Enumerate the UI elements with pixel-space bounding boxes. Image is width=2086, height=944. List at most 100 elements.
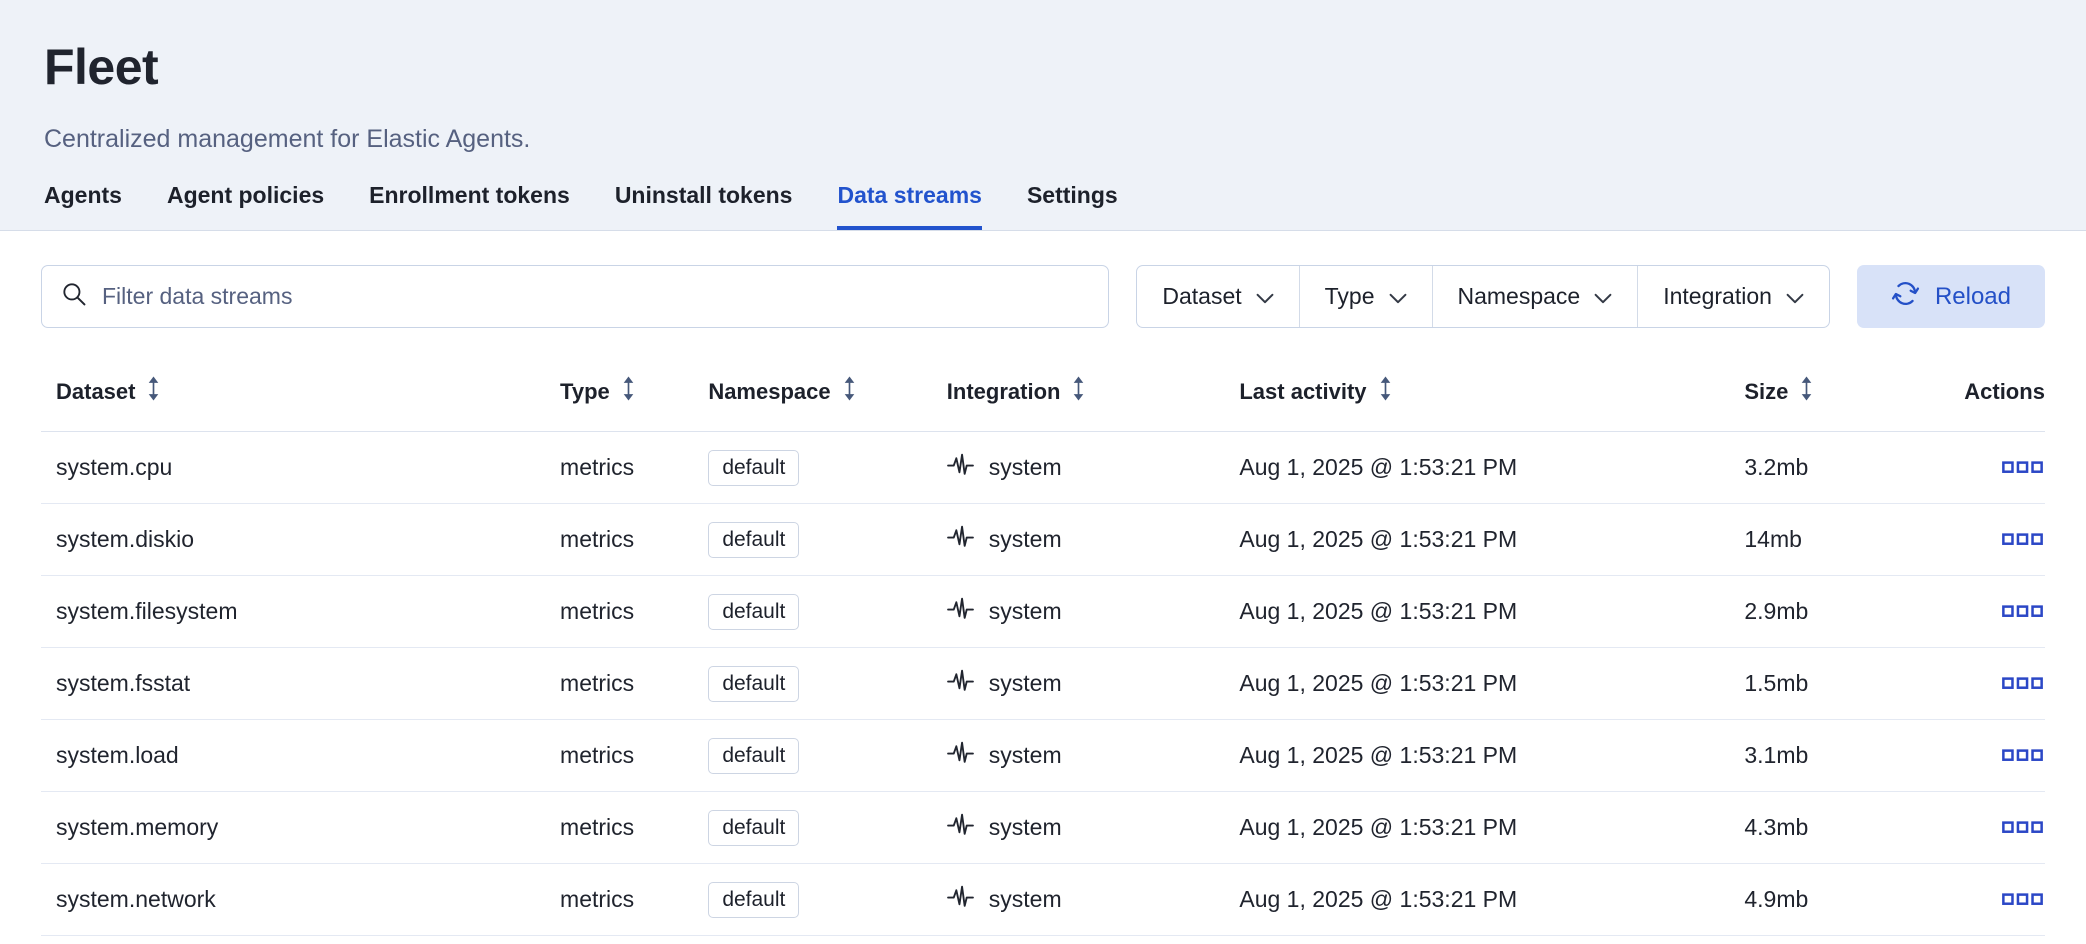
cell-namespace: default	[708, 882, 946, 918]
cell-size: 14mb	[1744, 526, 1898, 553]
actions-button[interactable]	[2000, 671, 2045, 696]
column-header-integration: Integration	[947, 376, 1240, 407]
chevron-down-icon	[1594, 283, 1612, 310]
cell-dataset: system.network	[41, 886, 560, 913]
table-row: system.diskio metrics default system Aug…	[41, 504, 2045, 576]
integration-name: system	[989, 814, 1062, 841]
cell-integration: system	[947, 523, 1240, 556]
cell-actions	[1899, 527, 2045, 552]
actions-button[interactable]	[2000, 887, 2045, 912]
cell-size: 4.9mb	[1744, 886, 1898, 913]
cell-namespace: default	[708, 522, 946, 558]
toolbar: Dataset Type Namespace Integration Reloa…	[0, 231, 2086, 328]
cell-dataset: system.memory	[41, 814, 560, 841]
data-streams-table: Dataset Type Namespace Integration L	[41, 328, 2045, 936]
chevron-down-icon	[1256, 283, 1274, 310]
filter-type[interactable]: Type	[1300, 266, 1433, 327]
actions-button[interactable]	[2000, 527, 2045, 552]
column-header-type: Type	[560, 376, 708, 407]
cell-actions	[1899, 671, 2045, 696]
filter-integration-label: Integration	[1663, 283, 1772, 310]
namespace-badge: default	[708, 810, 799, 846]
reload-button[interactable]: Reload	[1857, 265, 2045, 328]
namespace-badge: default	[708, 594, 799, 630]
sort-dataset-button[interactable]: Dataset	[56, 376, 162, 407]
cell-namespace: default	[708, 450, 946, 486]
cell-last-activity: Aug 1, 2025 @ 1:53:21 PM	[1239, 454, 1744, 481]
cell-dataset: system.load	[41, 742, 560, 769]
namespace-badge: default	[708, 450, 799, 486]
cell-last-activity: Aug 1, 2025 @ 1:53:21 PM	[1239, 742, 1744, 769]
column-label: Last activity	[1239, 379, 1366, 405]
column-label: Size	[1744, 379, 1788, 405]
integration-name: system	[989, 886, 1062, 913]
cell-last-activity: Aug 1, 2025 @ 1:53:21 PM	[1239, 886, 1744, 913]
cell-actions	[1899, 815, 2045, 840]
sort-last-activity-button[interactable]: Last activity	[1239, 376, 1393, 407]
cell-size: 4.3mb	[1744, 814, 1898, 841]
sortable-icon	[1798, 376, 1815, 407]
sort-size-button[interactable]: Size	[1744, 376, 1815, 407]
sort-namespace-button[interactable]: Namespace	[708, 376, 857, 407]
cell-dataset: system.cpu	[41, 454, 560, 481]
boxes-horizontal-icon	[2002, 749, 2043, 762]
column-label: Integration	[947, 379, 1061, 405]
pulse-icon	[947, 595, 974, 628]
sortable-icon	[145, 376, 162, 407]
cell-integration: system	[947, 667, 1240, 700]
namespace-badge: default	[708, 522, 799, 558]
table-row: system.network metrics default system Au…	[41, 864, 2045, 936]
cell-type: metrics	[560, 598, 708, 625]
table-row: system.memory metrics default system Aug…	[41, 792, 2045, 864]
column-header-dataset: Dataset	[41, 376, 560, 407]
filter-integration[interactable]: Integration	[1638, 266, 1829, 327]
cell-dataset: system.fsstat	[41, 670, 560, 697]
tab-bar: Agents Agent policies Enrollment tokens …	[44, 182, 2042, 230]
filter-group: Dataset Type Namespace Integration	[1136, 265, 1830, 328]
tab-enrollment-tokens[interactable]: Enrollment tokens	[369, 182, 570, 230]
sort-type-button[interactable]: Type	[560, 376, 637, 407]
actions-button[interactable]	[2000, 599, 2045, 624]
integration-name: system	[989, 454, 1062, 481]
tab-agents[interactable]: Agents	[44, 182, 122, 230]
sortable-icon	[841, 376, 858, 407]
search-input[interactable]	[102, 283, 1089, 310]
pulse-icon	[947, 451, 974, 484]
actions-button[interactable]	[2000, 815, 2045, 840]
filter-dataset-label: Dataset	[1162, 283, 1241, 310]
cell-last-activity: Aug 1, 2025 @ 1:53:21 PM	[1239, 670, 1744, 697]
cell-actions	[1899, 455, 2045, 480]
actions-button[interactable]	[2000, 455, 2045, 480]
page-subtitle: Centralized management for Elastic Agent…	[44, 125, 2042, 154]
column-label: Actions	[1964, 379, 2045, 405]
integration-name: system	[989, 526, 1062, 553]
namespace-badge: default	[708, 882, 799, 918]
cell-size: 3.1mb	[1744, 742, 1898, 769]
cell-type: metrics	[560, 454, 708, 481]
fleet-header: Fleet Centralized management for Elastic…	[0, 0, 2086, 231]
tab-agent-policies[interactable]: Agent policies	[167, 182, 324, 230]
cell-integration: system	[947, 451, 1240, 484]
pulse-icon	[947, 811, 974, 844]
chevron-down-icon	[1786, 283, 1804, 310]
pulse-icon	[947, 883, 974, 916]
actions-button[interactable]	[2000, 743, 2045, 768]
column-label: Type	[560, 379, 610, 405]
filter-dataset[interactable]: Dataset	[1137, 266, 1299, 327]
tab-settings[interactable]: Settings	[1027, 182, 1118, 230]
pulse-icon	[947, 739, 974, 772]
boxes-horizontal-icon	[2002, 821, 2043, 834]
sortable-icon	[1377, 376, 1394, 407]
boxes-horizontal-icon	[2002, 461, 2043, 474]
boxes-horizontal-icon	[2002, 533, 2043, 546]
tab-data-streams[interactable]: Data streams	[837, 182, 981, 230]
filter-namespace[interactable]: Namespace	[1433, 266, 1639, 327]
chevron-down-icon	[1389, 283, 1407, 310]
sort-integration-button[interactable]: Integration	[947, 376, 1088, 407]
column-label: Dataset	[56, 379, 135, 405]
cell-namespace: default	[708, 594, 946, 630]
cell-type: metrics	[560, 742, 708, 769]
table-row: system.fsstat metrics default system Aug…	[41, 648, 2045, 720]
tab-uninstall-tokens[interactable]: Uninstall tokens	[615, 182, 793, 230]
namespace-badge: default	[708, 666, 799, 702]
